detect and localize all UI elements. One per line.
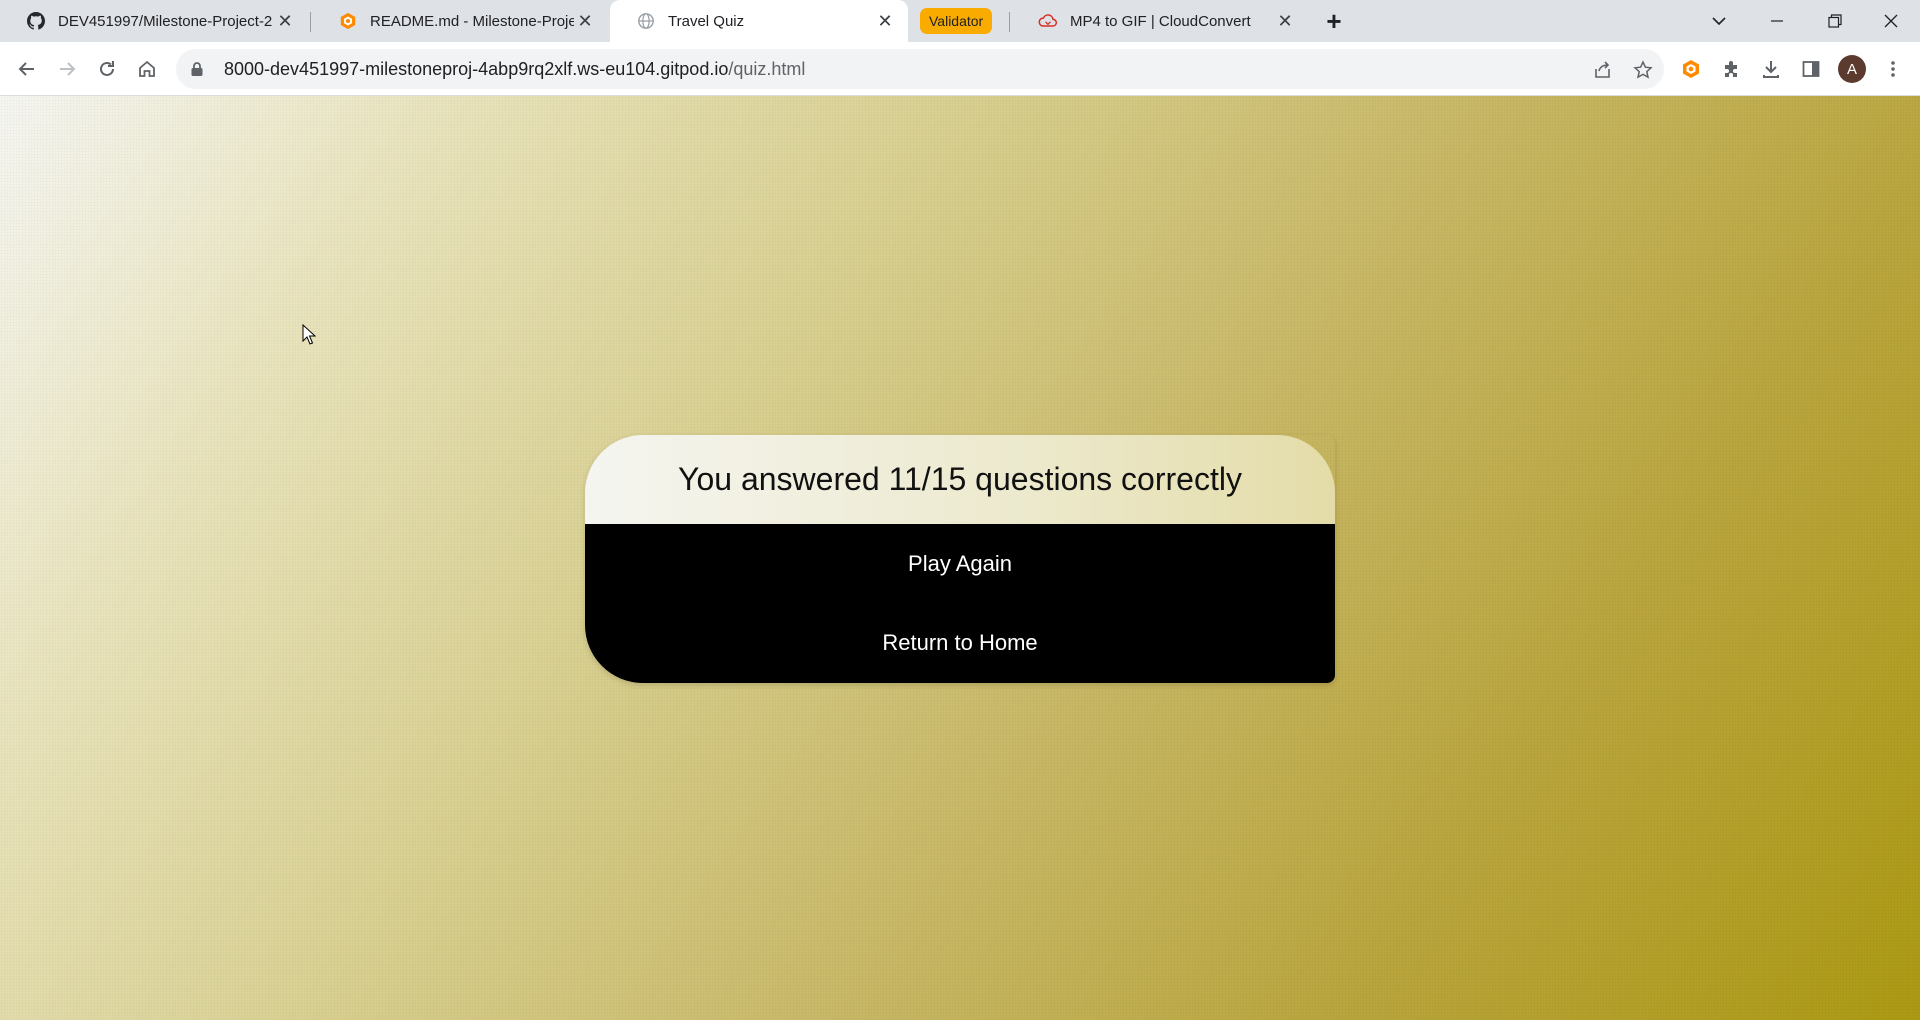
home-icon[interactable] bbox=[130, 52, 164, 86]
globe-icon bbox=[636, 11, 656, 31]
gitpod-icon bbox=[338, 11, 358, 31]
tab-strip: DEV451997/Milestone-Project-2 ✕ README.m… bbox=[0, 0, 1920, 42]
close-icon[interactable]: ✕ bbox=[874, 10, 896, 32]
quiz-actions: Play Again Return to Home bbox=[585, 524, 1335, 683]
bookmark-star-icon[interactable] bbox=[1632, 59, 1654, 81]
extensions-puzzle-icon[interactable] bbox=[1714, 52, 1748, 86]
tab-title: DEV451997/Milestone-Project-2 bbox=[58, 12, 273, 30]
profile-avatar[interactable]: A bbox=[1838, 55, 1866, 83]
side-panel-icon[interactable] bbox=[1794, 52, 1828, 86]
gitpod-extension-icon[interactable] bbox=[1674, 52, 1708, 86]
restore-icon[interactable] bbox=[1806, 0, 1864, 42]
tab-cloudconvert[interactable]: MP4 to GIF | CloudConvert ✕ bbox=[1012, 0, 1308, 42]
return-home-button[interactable]: Return to Home bbox=[585, 603, 1335, 682]
quiz-result-card: You answered 11/15 questions correctly P… bbox=[585, 435, 1335, 683]
tab-readme[interactable]: README.md - Milestone-Project ✕ bbox=[312, 0, 608, 42]
address-bar[interactable]: 8000-dev451997-milestoneproj-4abp9rq2xlf… bbox=[176, 49, 1664, 89]
url-host: 8000-dev451997-milestoneproj-4abp9rq2xlf… bbox=[224, 58, 729, 79]
url-path: /quiz.html bbox=[728, 58, 806, 79]
minimize-icon[interactable] bbox=[1748, 0, 1806, 42]
tab-travel-quiz[interactable]: Travel Quiz ✕ bbox=[610, 0, 908, 42]
close-window-icon[interactable] bbox=[1862, 0, 1920, 42]
new-tab-button[interactable]: + bbox=[1320, 6, 1348, 36]
download-icon[interactable] bbox=[1754, 52, 1788, 86]
kebab-menu-icon[interactable] bbox=[1876, 52, 1910, 86]
close-icon[interactable]: ✕ bbox=[1274, 10, 1296, 32]
play-again-button[interactable]: Play Again bbox=[585, 524, 1335, 603]
close-icon[interactable]: ✕ bbox=[574, 10, 596, 32]
close-icon[interactable]: ✕ bbox=[274, 10, 296, 32]
back-icon[interactable] bbox=[10, 52, 44, 86]
tab-separator bbox=[310, 12, 311, 32]
mouse-pointer-icon bbox=[302, 323, 317, 351]
browser-toolbar: 8000-dev451997-milestoneproj-4abp9rq2xlf… bbox=[0, 42, 1920, 96]
cloudconvert-icon bbox=[1038, 11, 1058, 31]
tab-separator bbox=[1009, 12, 1010, 32]
tab-title: README.md - Milestone-Project bbox=[370, 12, 574, 30]
page-viewport: You answered 11/15 questions correctly P… bbox=[0, 96, 1920, 1020]
lock-icon[interactable] bbox=[190, 61, 208, 77]
tab-title: MP4 to GIF | CloudConvert bbox=[1070, 12, 1251, 30]
github-icon bbox=[26, 11, 46, 31]
forward-icon[interactable] bbox=[50, 52, 84, 86]
tab-title: Travel Quiz bbox=[668, 12, 745, 30]
reload-icon[interactable] bbox=[90, 52, 124, 86]
tab-github[interactable]: DEV451997/Milestone-Project-2 ✕ bbox=[0, 0, 308, 42]
tab-search-icon[interactable] bbox=[1690, 0, 1748, 42]
tab-group-validator[interactable]: Validator bbox=[920, 8, 993, 34]
share-icon[interactable] bbox=[1592, 59, 1614, 81]
quiz-result-text: You answered 11/15 questions correctly bbox=[585, 435, 1335, 524]
